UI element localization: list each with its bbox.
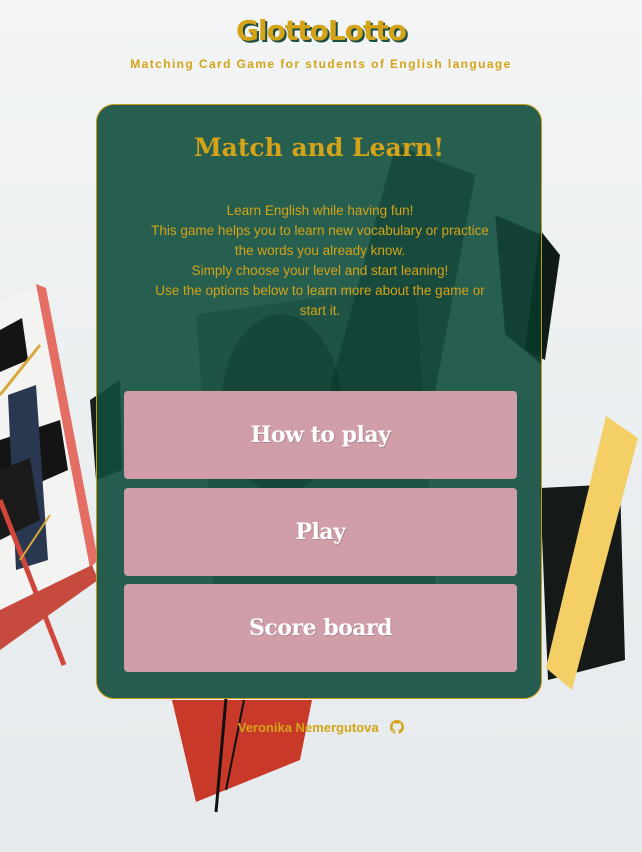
score-board-button[interactable]: Score board: [124, 584, 517, 672]
footer: Veronika Nemergutova: [0, 720, 642, 735]
intro-text: Learn English while having fun! This gam…: [147, 201, 493, 321]
intro-card: Match and Learn! Learn English while hav…: [96, 104, 542, 699]
intro-line: Use the options below to learn more abou…: [155, 283, 485, 318]
site-subtitle: Matching Card Game for students of Engli…: [130, 57, 512, 71]
github-icon: [390, 720, 405, 734]
github-link[interactable]: [382, 720, 405, 735]
how-to-play-button[interactable]: How to play: [124, 391, 517, 479]
card-title: Match and Learn!: [193, 133, 445, 162]
author-name: Veronika Nemergutova: [237, 720, 379, 735]
play-button[interactable]: Play: [124, 488, 517, 576]
intro-line: Learn English while having fun!: [226, 203, 414, 218]
site-title: GlottoLotto: [236, 14, 407, 47]
intro-line: This game helps you to learn new vocabul…: [151, 223, 489, 258]
intro-line: Simply choose your level and start leani…: [191, 263, 449, 278]
